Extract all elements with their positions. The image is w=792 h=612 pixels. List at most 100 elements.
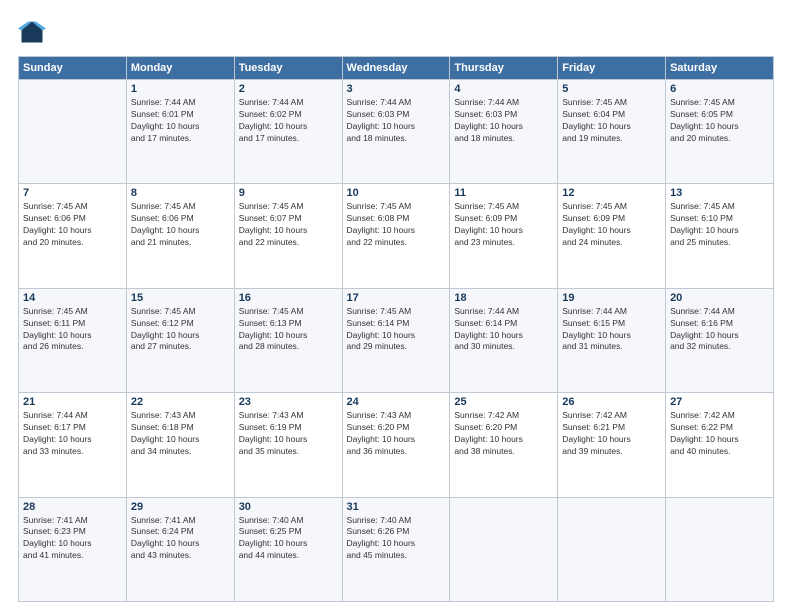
day-number: 20	[670, 292, 769, 304]
day-info: Sunrise: 7:43 AM Sunset: 6:20 PM Dayligh…	[347, 410, 446, 458]
logo	[18, 18, 50, 46]
day-number: 19	[562, 292, 661, 304]
day-number: 12	[562, 187, 661, 199]
calendar-cell: 22 Sunrise: 7:43 AM Sunset: 6:18 PM Dayli…	[126, 393, 234, 497]
calendar-cell: 19Sunrise: 7:44 AM Sunset: 6:15 PM Dayli…	[558, 288, 666, 392]
calendar-table: SundayMondayTuesdayWednesdayThursdayFrid…	[18, 56, 774, 602]
day-info: Sunrise: 7:44 AM Sunset: 6:03 PM Dayligh…	[347, 97, 446, 145]
calendar-cell	[19, 80, 127, 184]
day-number: 25	[454, 396, 553, 408]
calendar-cell: 31 Sunrise: 7:40 AM Sunset: 6:26 PM Dayli…	[342, 497, 450, 601]
calendar-cell: 10 Sunrise: 7:45 AM Sunset: 6:08 PM Dayli…	[342, 184, 450, 288]
day-info: Sunrise: 7:45 AM Sunset: 6:09 PM Dayligh…	[562, 201, 661, 249]
calendar-cell: 9Sunrise: 7:45 AM Sunset: 6:07 PM Daylig…	[234, 184, 342, 288]
calendar-cell	[558, 497, 666, 601]
day-number: 8	[131, 187, 230, 199]
calendar-cell	[666, 497, 774, 601]
calendar-cell: 25 Sunrise: 7:42 AM Sunset: 6:20 PM Dayli…	[450, 393, 558, 497]
day-number: 23	[239, 396, 338, 408]
weekday-row: SundayMondayTuesdayWednesdayThursdayFrid…	[19, 57, 774, 80]
calendar-week-row: 14Sunrise: 7:45 AM Sunset: 6:11 PM Dayli…	[19, 288, 774, 392]
day-number: 27	[670, 396, 769, 408]
day-info: Sunrise: 7:44 AM Sunset: 6:01 PM Dayligh…	[131, 97, 230, 145]
calendar-cell: 4 Sunrise: 7:44 AM Sunset: 6:03 PM Daylig…	[450, 80, 558, 184]
day-number: 1	[131, 83, 230, 95]
weekday-header: Sunday	[19, 57, 127, 80]
day-info: Sunrise: 7:45 AM Sunset: 6:05 PM Dayligh…	[670, 97, 769, 145]
day-number: 24	[347, 396, 446, 408]
day-number: 22	[131, 396, 230, 408]
day-info: Sunrise: 7:45 AM Sunset: 6:14 PM Dayligh…	[347, 306, 446, 354]
calendar-cell: 18 Sunrise: 7:44 AM Sunset: 6:14 PM Dayli…	[450, 288, 558, 392]
calendar-week-row: 21Sunrise: 7:44 AM Sunset: 6:17 PM Dayli…	[19, 393, 774, 497]
calendar-week-row: 28 Sunrise: 7:41 AM Sunset: 6:23 PM Dayli…	[19, 497, 774, 601]
page: SundayMondayTuesdayWednesdayThursdayFrid…	[0, 0, 792, 612]
calendar-cell: 7 Sunrise: 7:45 AM Sunset: 6:06 PM Daylig…	[19, 184, 127, 288]
calendar-cell: 29 Sunrise: 7:41 AM Sunset: 6:24 PM Dayli…	[126, 497, 234, 601]
day-info: Sunrise: 7:43 AM Sunset: 6:18 PM Dayligh…	[131, 410, 230, 458]
header	[18, 18, 774, 46]
day-number: 16	[239, 292, 338, 304]
day-info: Sunrise: 7:40 AM Sunset: 6:25 PM Dayligh…	[239, 515, 338, 563]
day-info: Sunrise: 7:41 AM Sunset: 6:23 PM Dayligh…	[23, 515, 122, 563]
day-number: 7	[23, 187, 122, 199]
day-info: Sunrise: 7:45 AM Sunset: 6:07 PM Dayligh…	[239, 201, 338, 249]
day-number: 31	[347, 501, 446, 513]
calendar-cell: 12 Sunrise: 7:45 AM Sunset: 6:09 PM Dayli…	[558, 184, 666, 288]
calendar-cell: 23 Sunrise: 7:43 AM Sunset: 6:19 PM Dayli…	[234, 393, 342, 497]
weekday-header: Wednesday	[342, 57, 450, 80]
calendar-cell: 5 Sunrise: 7:45 AM Sunset: 6:04 PM Daylig…	[558, 80, 666, 184]
calendar-week-row: 7 Sunrise: 7:45 AM Sunset: 6:06 PM Daylig…	[19, 184, 774, 288]
weekday-header: Tuesday	[234, 57, 342, 80]
day-number: 15	[131, 292, 230, 304]
day-number: 6	[670, 83, 769, 95]
calendar-cell: 30 Sunrise: 7:40 AM Sunset: 6:25 PM Dayli…	[234, 497, 342, 601]
calendar-body: 1 Sunrise: 7:44 AM Sunset: 6:01 PM Daylig…	[19, 80, 774, 602]
day-number: 30	[239, 501, 338, 513]
day-number: 17	[347, 292, 446, 304]
day-number: 29	[131, 501, 230, 513]
day-info: Sunrise: 7:45 AM Sunset: 6:06 PM Dayligh…	[23, 201, 122, 249]
day-number: 18	[454, 292, 553, 304]
day-number: 26	[562, 396, 661, 408]
day-info: Sunrise: 7:44 AM Sunset: 6:03 PM Dayligh…	[454, 97, 553, 145]
logo-icon	[18, 18, 46, 46]
day-number: 2	[239, 83, 338, 95]
weekday-header: Thursday	[450, 57, 558, 80]
calendar-cell: 6 Sunrise: 7:45 AM Sunset: 6:05 PM Daylig…	[666, 80, 774, 184]
weekday-header: Friday	[558, 57, 666, 80]
calendar-week-row: 1 Sunrise: 7:44 AM Sunset: 6:01 PM Daylig…	[19, 80, 774, 184]
day-number: 13	[670, 187, 769, 199]
day-number: 4	[454, 83, 553, 95]
day-info: Sunrise: 7:42 AM Sunset: 6:21 PM Dayligh…	[562, 410, 661, 458]
day-number: 28	[23, 501, 122, 513]
day-info: Sunrise: 7:45 AM Sunset: 6:04 PM Dayligh…	[562, 97, 661, 145]
weekday-header: Saturday	[666, 57, 774, 80]
calendar-cell: 11 Sunrise: 7:45 AM Sunset: 6:09 PM Dayli…	[450, 184, 558, 288]
calendar-cell: 16Sunrise: 7:45 AM Sunset: 6:13 PM Dayli…	[234, 288, 342, 392]
day-info: Sunrise: 7:45 AM Sunset: 6:09 PM Dayligh…	[454, 201, 553, 249]
day-number: 10	[347, 187, 446, 199]
day-info: Sunrise: 7:43 AM Sunset: 6:19 PM Dayligh…	[239, 410, 338, 458]
day-info: Sunrise: 7:42 AM Sunset: 6:20 PM Dayligh…	[454, 410, 553, 458]
calendar-cell: 28 Sunrise: 7:41 AM Sunset: 6:23 PM Dayli…	[19, 497, 127, 601]
day-info: Sunrise: 7:44 AM Sunset: 6:14 PM Dayligh…	[454, 306, 553, 354]
calendar-cell: 15 Sunrise: 7:45 AM Sunset: 6:12 PM Dayli…	[126, 288, 234, 392]
day-info: Sunrise: 7:45 AM Sunset: 6:08 PM Dayligh…	[347, 201, 446, 249]
day-number: 11	[454, 187, 553, 199]
calendar-cell: 8 Sunrise: 7:45 AM Sunset: 6:06 PM Daylig…	[126, 184, 234, 288]
day-info: Sunrise: 7:40 AM Sunset: 6:26 PM Dayligh…	[347, 515, 446, 563]
calendar-cell: 26 Sunrise: 7:42 AM Sunset: 6:21 PM Dayli…	[558, 393, 666, 497]
calendar-cell: 27Sunrise: 7:42 AM Sunset: 6:22 PM Dayli…	[666, 393, 774, 497]
day-number: 5	[562, 83, 661, 95]
calendar-cell: 14Sunrise: 7:45 AM Sunset: 6:11 PM Dayli…	[19, 288, 127, 392]
day-info: Sunrise: 7:41 AM Sunset: 6:24 PM Dayligh…	[131, 515, 230, 563]
calendar-cell: 21Sunrise: 7:44 AM Sunset: 6:17 PM Dayli…	[19, 393, 127, 497]
calendar-header: SundayMondayTuesdayWednesdayThursdayFrid…	[19, 57, 774, 80]
day-info: Sunrise: 7:45 AM Sunset: 6:12 PM Dayligh…	[131, 306, 230, 354]
calendar-cell	[450, 497, 558, 601]
calendar-cell: 20Sunrise: 7:44 AM Sunset: 6:16 PM Dayli…	[666, 288, 774, 392]
day-info: Sunrise: 7:44 AM Sunset: 6:02 PM Dayligh…	[239, 97, 338, 145]
day-info: Sunrise: 7:45 AM Sunset: 6:06 PM Dayligh…	[131, 201, 230, 249]
calendar-cell: 1 Sunrise: 7:44 AM Sunset: 6:01 PM Daylig…	[126, 80, 234, 184]
